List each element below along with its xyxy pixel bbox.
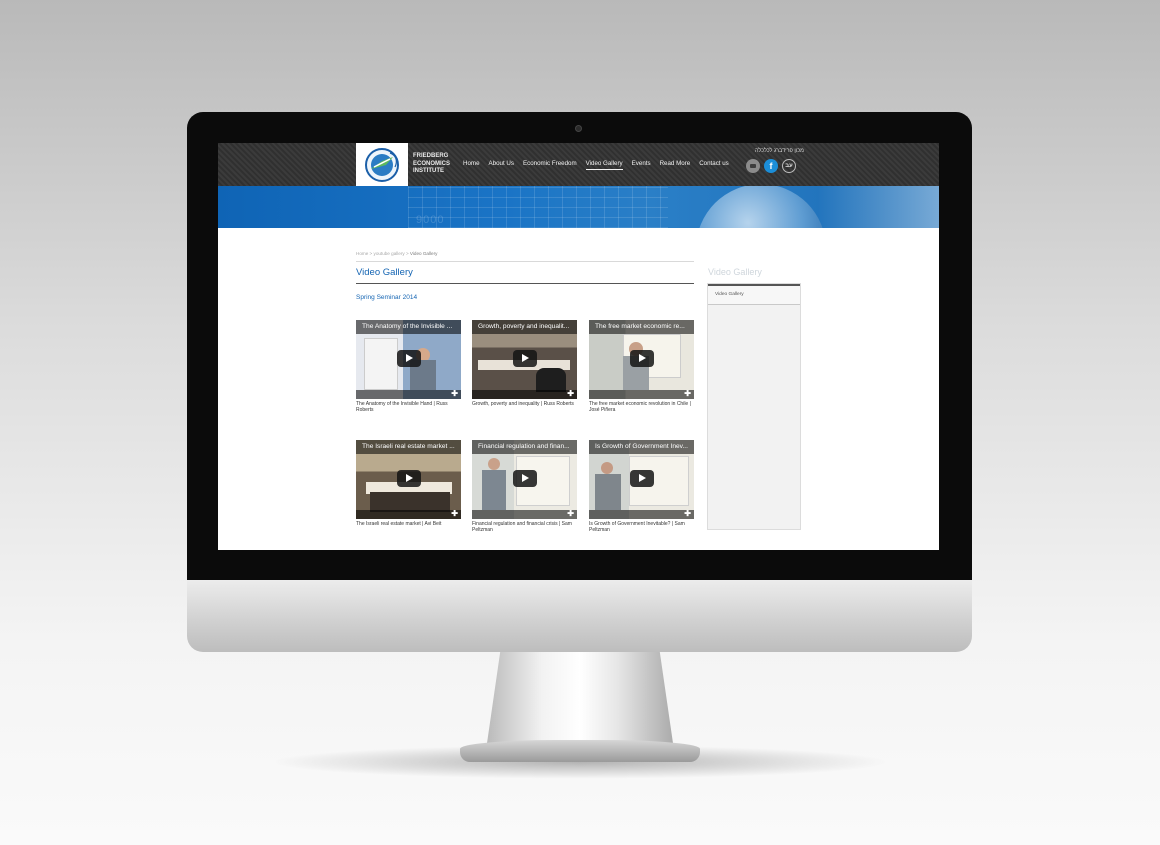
video-card[interactable]: The free market economic re... ✚ The fre… (589, 320, 694, 414)
breadcrumb-home[interactable]: Home (356, 251, 368, 256)
expand-icon[interactable]: ✚ (684, 510, 691, 518)
video-card[interactable]: Financial regulation and finan... ✚ Fina… (472, 440, 577, 534)
video-caption[interactable]: Financial regulation and financial crisi… (472, 521, 577, 534)
youtube-icon[interactable] (746, 159, 760, 173)
video-overlay-title: The Anatomy of the Invisible ... (356, 320, 461, 334)
play-icon[interactable] (513, 470, 537, 487)
globe-image (696, 186, 826, 228)
facebook-icon[interactable]: f (764, 159, 778, 173)
expand-icon[interactable]: ✚ (451, 510, 458, 518)
section-title: Spring Seminar 2014 (356, 294, 418, 301)
expand-icon[interactable]: ✚ (567, 390, 574, 398)
audience-image (536, 368, 566, 392)
sidebar-title: Video Gallery (708, 267, 762, 277)
hero-banner: 9000 (218, 186, 939, 228)
play-icon[interactable] (397, 470, 421, 487)
speaker-image (601, 462, 613, 474)
nav-contact-us[interactable]: Contact us (699, 160, 729, 170)
expand-icon[interactable]: ✚ (684, 390, 691, 398)
video-thumbnail[interactable]: Financial regulation and finan... ✚ (472, 440, 577, 519)
page-title: Video Gallery (356, 267, 413, 278)
video-thumbnail[interactable]: The Anatomy of the Invisible ... ✚ (356, 320, 461, 399)
social-links: f עב (746, 159, 796, 173)
video-overlay-title: Is Growth of Government Inev... (589, 440, 694, 454)
main-nav: Home About Us Economic Freedom Video Gal… (463, 160, 729, 170)
hebrew-site-name: מכון פרידברג לכלכלה (755, 148, 804, 154)
banner-numbers: 9000 (416, 214, 445, 226)
video-caption[interactable]: The Anatomy of the Invisible Hand | Russ… (356, 401, 461, 414)
video-card[interactable]: Growth, poverty and inequalit... ✚ Growt… (472, 320, 577, 407)
breadcrumb-youtube-gallery[interactable]: youtube gallery (374, 251, 405, 256)
video-caption[interactable]: Is Growth of Government Inevitable? | Sa… (589, 521, 694, 534)
expand-icon[interactable]: ✚ (451, 390, 458, 398)
divider (356, 261, 694, 262)
play-icon[interactable] (630, 470, 654, 487)
play-icon[interactable] (397, 350, 421, 367)
monitor-chin (187, 580, 972, 652)
video-overlay-title: The free market economic re... (589, 320, 694, 334)
video-caption[interactable]: Growth, poverty and inequality | Russ Ro… (472, 401, 577, 407)
speaker-image (488, 458, 500, 470)
play-icon[interactable] (513, 350, 537, 367)
video-card[interactable]: Is Growth of Government Inev... ✚ Is Gro… (589, 440, 694, 534)
nav-about-us[interactable]: About Us (489, 160, 514, 170)
nav-video-gallery[interactable]: Video Gallery (585, 160, 623, 170)
banner-haze (818, 186, 939, 228)
video-card[interactable]: The Anatomy of the Invisible ... ✚ The A… (356, 320, 461, 414)
video-overlay-title: The Israeli real estate market ... (356, 440, 461, 454)
nav-read-more[interactable]: Read More (660, 160, 691, 170)
video-overlay-title: Financial regulation and finan... (472, 440, 577, 454)
video-thumbnail[interactable]: The Israeli real estate market ... ✚ (356, 440, 461, 519)
video-thumbnail[interactable]: Is Growth of Government Inev... ✚ (589, 440, 694, 519)
poster-image (364, 338, 398, 390)
audience-image (370, 492, 450, 512)
video-thumbnail[interactable]: Growth, poverty and inequalit... ✚ (472, 320, 577, 399)
video-thumbnail[interactable]: The free market economic re... ✚ (589, 320, 694, 399)
breadcrumb-current: Video Gallery (409, 251, 438, 256)
site-logo[interactable] (356, 143, 408, 186)
video-overlay-title: Growth, poverty and inequalit... (472, 320, 577, 334)
sidebar-menu: Video Gallery (707, 283, 801, 530)
video-caption[interactable]: The free market economic revolution in C… (589, 401, 694, 414)
breadcrumb-separator: > (369, 251, 373, 256)
video-caption[interactable]: The Israeli real estate market | Avi Bei… (356, 521, 461, 527)
nav-events[interactable]: Events (632, 160, 651, 170)
title-underline (356, 283, 694, 284)
sidebar-item-video-gallery[interactable]: Video Gallery (708, 286, 800, 305)
browser-screen: FRIEDBERG ECONOMICS INSTITUTE Home About… (218, 143, 939, 550)
nav-economic-freedom[interactable]: Economic Freedom (523, 160, 577, 170)
breadcrumb-separator: > (405, 251, 409, 256)
breadcrumb: Home > youtube gallery > Video Gallery (356, 251, 437, 256)
logo-emblem-icon (365, 148, 399, 182)
expand-icon[interactable]: ✚ (567, 510, 574, 518)
hebrew-language-button[interactable]: עב (782, 159, 796, 173)
site-header: FRIEDBERG ECONOMICS INSTITUTE Home About… (218, 143, 939, 186)
nav-home[interactable]: Home (463, 160, 480, 170)
play-icon[interactable] (630, 350, 654, 367)
monitor-foot (460, 740, 700, 762)
camera-icon (575, 125, 582, 132)
video-card[interactable]: The Israeli real estate market ... ✚ The… (356, 440, 461, 527)
banner-grid (408, 186, 668, 228)
